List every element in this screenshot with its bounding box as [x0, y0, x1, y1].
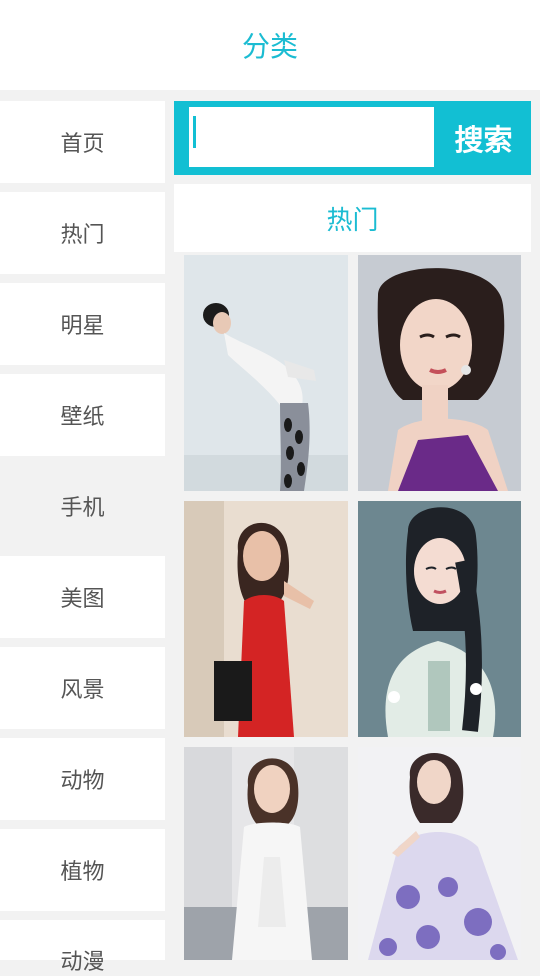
photo-woman-floral-gown[interactable] [358, 747, 521, 960]
photo-woman-purple-dress[interactable] [358, 255, 521, 491]
search-button[interactable]: 搜索 [436, 101, 531, 175]
sidebar-item-hot[interactable]: 热门 [0, 192, 165, 274]
sidebar-item-label: 明星 [60, 314, 105, 339]
sidebar-item-home[interactable]: 首页 [0, 101, 165, 183]
sidebar-item-stars[interactable]: 明星 [0, 283, 165, 365]
search-input[interactable] [189, 107, 434, 167]
sidebar-item-mobile[interactable]: 手机 [0, 465, 165, 547]
sidebar-item-label: 动物 [60, 769, 105, 794]
sidebar-item-animals[interactable]: 动物 [0, 738, 165, 820]
search-bar: 搜索 [174, 101, 531, 175]
photo-anime-girl[interactable] [358, 501, 521, 737]
page-title: 分类 [241, 30, 298, 63]
sidebar-item-label: 手机 [60, 496, 105, 521]
sidebar-item-anime[interactable]: 动漫 [0, 920, 165, 975]
tab-hot[interactable]: 热门 [174, 184, 531, 252]
top-bar: 分类 [0, 0, 540, 90]
sidebar-item-scenery[interactable]: 风景 [0, 647, 165, 729]
sidebar-item-label: 风景 [60, 678, 105, 703]
photo-woman-red-dress[interactable] [184, 501, 348, 737]
sidebar-item-plants[interactable]: 植物 [0, 829, 165, 911]
sidebar-item-label: 壁纸 [60, 405, 105, 430]
sidebar-item-beauty[interactable]: 美图 [0, 556, 165, 638]
tab-hot-label: 热门 [326, 205, 379, 236]
sidebar-item-label: 美图 [60, 587, 105, 612]
sidebar-item-label: 动漫 [60, 950, 105, 975]
sidebar-item-label: 植物 [60, 860, 105, 885]
text-caret [193, 116, 196, 148]
sidebar-item-label: 首页 [60, 132, 105, 157]
sidebar-item-label: 热门 [60, 223, 105, 248]
photo-woman-white-gown[interactable] [184, 747, 348, 960]
photo-woman-white-blouse[interactable] [184, 255, 348, 491]
sidebar-item-wallpaper[interactable]: 壁纸 [0, 374, 165, 456]
